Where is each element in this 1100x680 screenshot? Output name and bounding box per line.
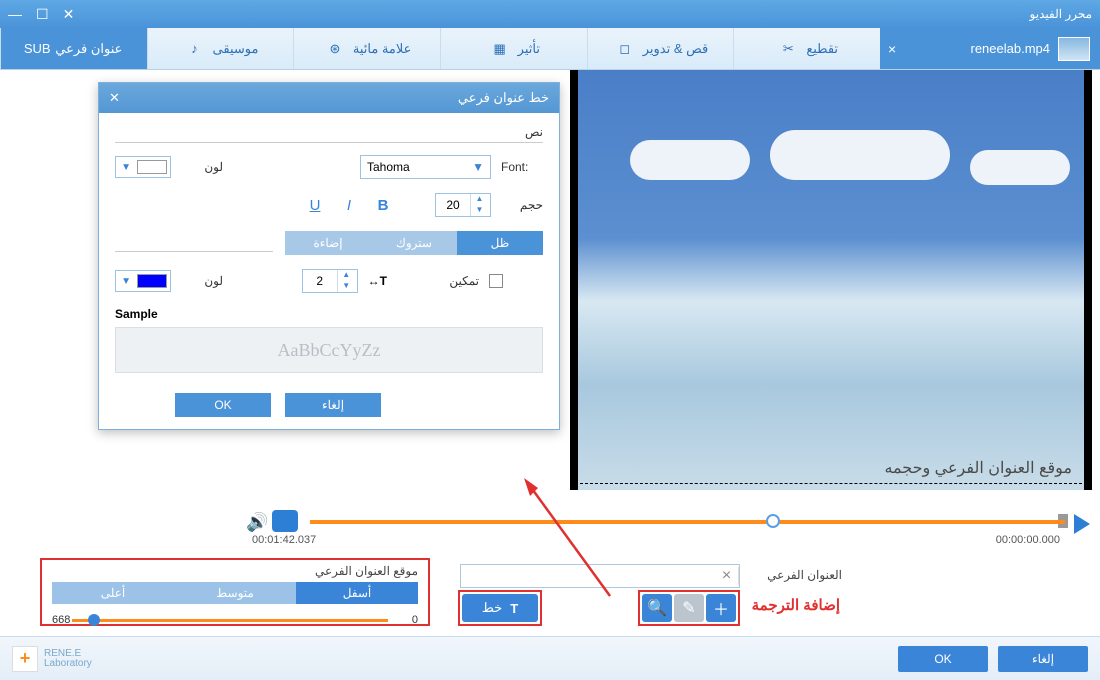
- video-preview: موقع العنوان الفرعي وحجمه: [570, 70, 1092, 490]
- font-button[interactable]: Tخط: [462, 594, 538, 622]
- crop-icon: ◻: [613, 37, 637, 61]
- file-thumbnail: [1058, 37, 1090, 61]
- bold-button[interactable]: B: [371, 197, 395, 214]
- position-middle[interactable]: متوسط: [174, 582, 296, 604]
- position-slider-knob[interactable]: [88, 614, 100, 626]
- window-title: محرر الفيديو: [1030, 7, 1092, 21]
- tab-crop[interactable]: ◻قص & تدوير: [587, 28, 734, 69]
- search-subtitle-button[interactable]: 🔍: [642, 594, 672, 622]
- font-dropdown[interactable]: Tahoma ▼: [360, 155, 491, 179]
- tab-music[interactable]: ♪موسيقى: [147, 28, 294, 69]
- sample-preview: AaBbCcYyZz: [115, 327, 543, 373]
- tab-stroke[interactable]: ستروك: [371, 231, 457, 255]
- size-down[interactable]: ▼: [471, 205, 488, 216]
- tab-cut[interactable]: ✂تقطيع: [733, 28, 880, 69]
- add-subtitle-hint: إضافة الترجمة: [752, 596, 840, 614]
- close-button[interactable]: ✕: [63, 6, 75, 23]
- dialog-close-icon[interactable]: ✕: [109, 90, 120, 106]
- time-end: 00:01:42.037: [252, 534, 316, 546]
- tab-effect[interactable]: ▦تأثير: [440, 28, 587, 69]
- footer-cancel-button[interactable]: إلغاء: [998, 646, 1088, 672]
- time-start: 00:00:00.000: [996, 534, 1060, 546]
- timeline-track[interactable]: [310, 520, 1065, 524]
- slider-min: 0: [412, 614, 418, 626]
- enable-checkbox[interactable]: [489, 274, 503, 288]
- play-button[interactable]: [1074, 514, 1090, 534]
- scissors-icon: ✂: [776, 37, 800, 61]
- position-bottom[interactable]: أسفل: [296, 582, 418, 604]
- size-input[interactable]: [436, 194, 470, 216]
- shadow-color-swatch: [137, 274, 167, 288]
- tab-glow[interactable]: إضاءة: [285, 231, 371, 255]
- dialog-title: خط عنوان فرعي: [458, 90, 549, 106]
- edit-subtitle-button[interactable]: ✎: [674, 594, 704, 622]
- file-name: reneelab.mp4: [971, 41, 1051, 56]
- size-label: حجم: [501, 198, 543, 212]
- text-color-swatch: [137, 160, 167, 174]
- subtitle-input[interactable]: [461, 569, 715, 583]
- text-color-label: لون: [181, 160, 223, 174]
- offset-input[interactable]: [303, 270, 337, 292]
- font-label: Font:: [501, 160, 543, 174]
- tab-subtitle[interactable]: SUBعنوان فرعي: [0, 28, 147, 69]
- brand-logo: + RENE.ELaboratory: [12, 646, 92, 672]
- subtitle-font-dialog: خط عنوان فرعي ✕ نص Font: Tahoma ▼ لون ▼ …: [98, 82, 560, 430]
- dialog-ok-button[interactable]: OK: [175, 393, 271, 417]
- shadow-color-label: لون: [181, 274, 223, 288]
- sample-label: Sample: [115, 307, 543, 321]
- position-top[interactable]: أعلى: [52, 582, 174, 604]
- italic-button[interactable]: I: [337, 197, 361, 214]
- tab-shadow[interactable]: ظل: [457, 231, 543, 255]
- size-up[interactable]: ▲: [471, 194, 488, 205]
- slider-value: 668: [52, 614, 70, 626]
- snapshot-button[interactable]: [272, 510, 298, 532]
- minimize-button[interactable]: —: [8, 6, 22, 23]
- position-slider[interactable]: [72, 619, 388, 622]
- enable-label: تمكين: [437, 274, 479, 288]
- timeline-playhead[interactable]: [766, 514, 780, 528]
- maximize-button[interactable]: ☐: [36, 6, 49, 23]
- logo-icon: +: [12, 646, 38, 672]
- subtitle-icon: SUB: [25, 37, 49, 61]
- section-text: نص: [115, 125, 543, 143]
- subtitle-preview-text: موقع العنوان الفرعي وحجمه: [884, 458, 1072, 478]
- position-label: موقع العنوان الفرعي: [52, 564, 418, 578]
- add-subtitle-button[interactable]: ＋: [706, 594, 736, 622]
- music-icon: ♪: [183, 37, 207, 61]
- file-tab[interactable]: reneelab.mp4 ×: [880, 28, 1100, 69]
- underline-button[interactable]: U: [303, 197, 327, 214]
- film-icon: ⊛: [323, 37, 347, 61]
- text-color-picker[interactable]: ▼: [115, 156, 171, 178]
- footer-ok-button[interactable]: OK: [898, 646, 988, 672]
- shadow-color-picker[interactable]: ▼: [115, 270, 171, 292]
- clear-subtitle-icon[interactable]: ×: [715, 567, 739, 585]
- dialog-cancel-button[interactable]: إلغاء: [285, 393, 381, 417]
- file-tab-close-icon[interactable]: ×: [888, 41, 896, 57]
- subtitle-input-label: العنوان الفرعي: [767, 568, 842, 582]
- offset-stepper[interactable]: ▲▼: [302, 269, 358, 293]
- volume-icon[interactable]: 🔊: [246, 512, 268, 533]
- offset-icon: T↔: [368, 274, 387, 288]
- chevron-down-icon: ▼: [472, 160, 484, 174]
- size-stepper[interactable]: ▲▼: [435, 193, 491, 217]
- tab-watermark[interactable]: ⊛علامة مائية: [293, 28, 440, 69]
- sparkle-icon: ▦: [488, 37, 512, 61]
